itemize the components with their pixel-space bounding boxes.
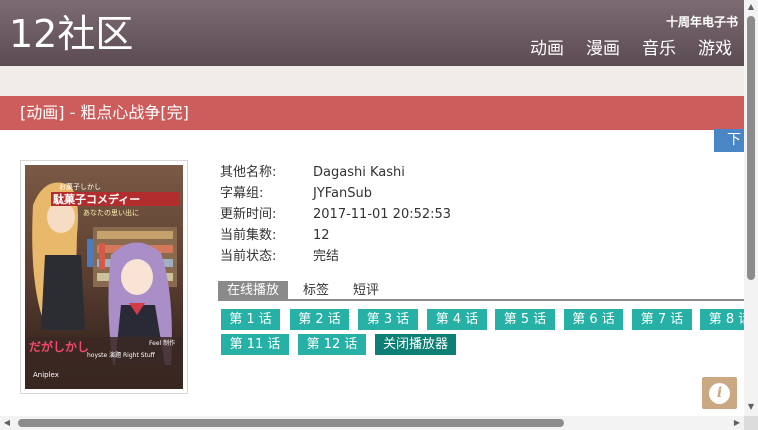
nav-anime[interactable]: 动画 — [530, 38, 564, 60]
info-icon: i — [709, 383, 730, 404]
site-header: 12社区 十周年电子书 动画 漫画 音乐 游戏 — [0, 0, 744, 66]
scrollbar-corner — [744, 416, 758, 430]
detail-row-update-time: 更新时间: 2017-11-01 20:52:53 — [220, 204, 451, 225]
info-button[interactable]: i — [702, 377, 737, 409]
episode-list: 第 1 话 第 2 话 第 3 话 第 4 话 第 5 话 第 6 话 第 7 … — [221, 309, 744, 359]
episode-button-5[interactable]: 第 5 话 — [495, 309, 555, 330]
detail-value: 完结 — [313, 249, 340, 264]
anime-poster: お菓子しかし 駄菓子コメディー あなたの思い出に だがしかし hoyste 演題… — [25, 165, 183, 389]
poster-top-text: お菓子しかし — [59, 182, 101, 191]
nav-manga[interactable]: 漫画 — [586, 38, 620, 60]
tab-tags[interactable]: 标签 — [294, 281, 338, 299]
detail-row-subgroup: 字幕组: JYFanSub — [220, 183, 451, 204]
nav-games[interactable]: 游戏 — [698, 38, 732, 60]
main-nav: 动画 漫画 音乐 游戏 — [530, 38, 732, 60]
detail-value: 2017-11-01 20:52:53 — [313, 207, 452, 222]
detail-row-status: 当前状态: 完结 — [220, 246, 451, 267]
detail-label: 当前状态: — [220, 249, 277, 264]
download-button[interactable]: 下 — [714, 129, 744, 152]
episode-button-6[interactable]: 第 6 话 — [564, 309, 623, 330]
detail-label: 当前集数: — [220, 228, 277, 243]
tab-online-play[interactable]: 在线播放 — [218, 281, 289, 299]
scroll-up-arrow-icon[interactable]: ▲ — [744, 0, 758, 14]
detail-value: JYFanSub — [313, 186, 373, 201]
anime-details: 其他名称: Dagashi Kashi 字幕组: JYFanSub 更新时间: … — [220, 162, 451, 267]
nav-music[interactable]: 音乐 — [642, 38, 676, 60]
detail-label: 更新时间: — [220, 207, 277, 222]
scroll-down-arrow-icon[interactable]: ▼ — [744, 400, 758, 414]
header-spacer-band — [0, 66, 744, 96]
close-player-button[interactable]: 关闭播放器 — [375, 334, 456, 355]
page-title: [动画] - 粗点心战争[完] — [0, 96, 744, 130]
vertical-scrollbar[interactable]: ▲ ▼ — [744, 0, 758, 416]
episode-button-3[interactable]: 第 3 话 — [358, 309, 418, 330]
episode-button-4[interactable]: 第 4 话 — [427, 309, 487, 330]
horizontal-scrollbar[interactable]: ◀ ▶ — [0, 416, 744, 430]
vertical-scroll-thumb[interactable] — [747, 16, 755, 280]
poster-studio-right: Feel 制作 — [149, 339, 175, 347]
scroll-left-arrow-icon[interactable]: ◀ — [0, 416, 14, 430]
detail-value: Dagashi Kashi — [313, 165, 405, 180]
poster-label-logo: Aniplex — [33, 371, 59, 379]
poster-frame: お菓子しかし 駄菓子コメディー あなたの思い出に だがしかし hoyste 演題… — [20, 160, 188, 394]
episode-button-7[interactable]: 第 7 话 — [632, 309, 692, 330]
episode-button-2[interactable]: 第 2 话 — [290, 309, 349, 330]
scroll-right-arrow-icon[interactable]: ▶ — [730, 416, 744, 430]
detail-label: 字幕组: — [220, 186, 264, 201]
site-logo[interactable]: 12社区 — [9, 12, 133, 56]
poster-series-logo: だがしかし — [29, 339, 89, 354]
anniversary-ebook-link[interactable]: 十周年电子书 — [666, 13, 738, 30]
horizontal-scroll-thumb[interactable] — [18, 419, 564, 427]
tab-short-reviews[interactable]: 短评 — [344, 281, 388, 299]
episode-button-1[interactable]: 第 1 话 — [221, 309, 280, 330]
episode-button-11[interactable]: 第 11 话 — [221, 334, 289, 355]
episode-button-8[interactable]: 第 8 话 — [700, 309, 744, 330]
poster-illustration: お菓子しかし 駄菓子コメディー あなたの思い出に だがしかし hoyste 演題… — [25, 165, 183, 389]
poster-sub-text: あなたの思い出に — [83, 208, 139, 217]
poster-studio-text: hoyste 演題 Right Stuff — [87, 351, 156, 359]
detail-row-episode-count: 当前集数: 12 — [220, 225, 451, 246]
poster-title-text: 駄菓子コメディー — [53, 192, 140, 206]
detail-label: 其他名称: — [220, 165, 277, 180]
episode-button-12[interactable]: 第 12 话 — [298, 334, 366, 355]
content-tabs: 在线播放 标签 短评 — [218, 281, 744, 301]
detail-row-other-name: 其他名称: Dagashi Kashi — [220, 162, 451, 183]
detail-value: 12 — [313, 228, 330, 243]
